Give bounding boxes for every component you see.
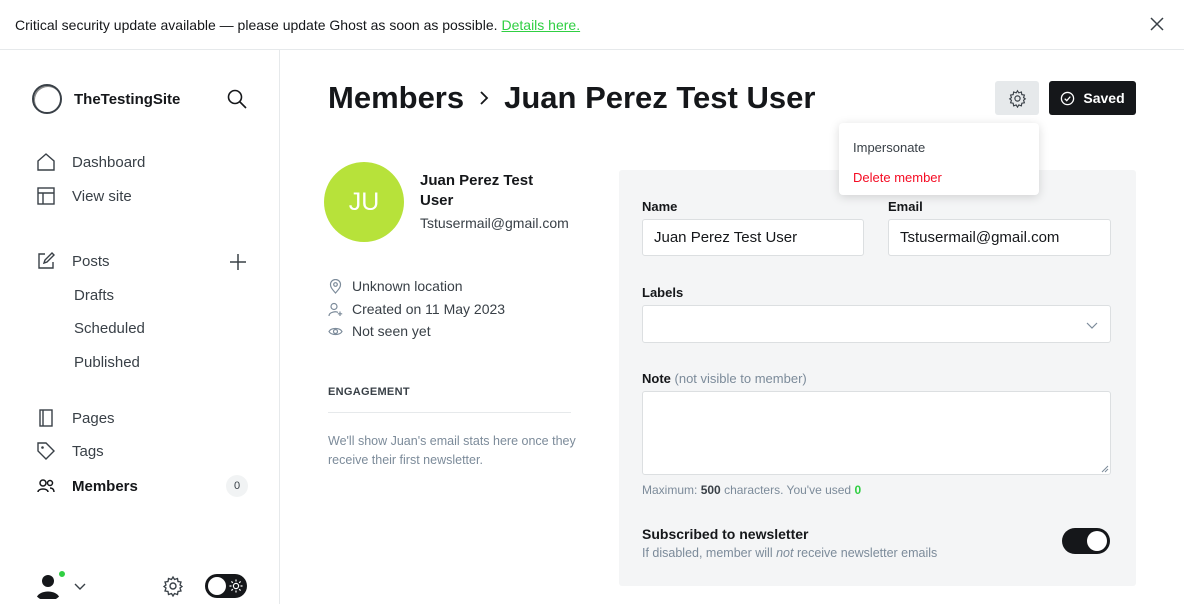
chevron-down-icon [1086, 322, 1098, 329]
home-icon [37, 153, 55, 171]
sidebar-item-pages[interactable]: Pages [36, 406, 115, 430]
sidebar: TheTestingSite Dashboard View site Posts… [0, 50, 280, 604]
breadcrumb-current: Juan Perez Test User [504, 80, 816, 115]
member-settings-menu: Impersonate Delete member [839, 123, 1039, 195]
tag-icon [37, 442, 55, 460]
site-name: TheTestingSite [74, 90, 181, 108]
last-seen-text: Not seen yet [352, 323, 431, 339]
max-chars: 500 [700, 483, 721, 497]
newsletter-desc-emphasis: not [776, 546, 794, 560]
max-prefix: Maximum: [642, 483, 698, 497]
email-field[interactable] [888, 219, 1111, 256]
layout-icon [37, 187, 55, 205]
eye-icon [328, 327, 343, 335]
sidebar-item-scheduled[interactable]: Scheduled [74, 320, 145, 337]
member-location: Unknown location [328, 278, 463, 294]
user-add-icon [328, 302, 343, 316]
resize-handle-icon[interactable] [1101, 465, 1109, 473]
page-title: Members Juan Perez Test User [328, 80, 815, 116]
max-mid: characters. You've used [724, 483, 852, 497]
member-avatar: JU [324, 162, 404, 242]
labels-select[interactable] [642, 305, 1111, 343]
location-text: Unknown location [352, 278, 463, 294]
search-icon[interactable] [226, 88, 248, 110]
sidebar-item-label: Members [72, 477, 138, 495]
main-content: Members Juan Perez Test User Saved Imper… [281, 50, 1184, 604]
created-text: Created on 11 May 2023 [352, 301, 506, 317]
sidebar-item-members[interactable]: Members [36, 474, 138, 498]
note-char-count: Maximum: 500 characters. You've used 0 [642, 483, 861, 497]
newsletter-desc-before: If disabled, member will [642, 546, 773, 560]
divider [328, 412, 571, 413]
note-field[interactable] [642, 391, 1111, 475]
sidebar-item-label: Pages [72, 409, 115, 427]
banner-message: Critical security update available — ple… [15, 16, 498, 33]
toggle-knob [1087, 531, 1107, 551]
location-pin-icon [329, 278, 342, 294]
check-circle-icon [1061, 91, 1075, 105]
member-settings-button[interactable] [995, 81, 1039, 115]
sidebar-item-label: Tags [72, 442, 104, 460]
labels-label: Labels [642, 285, 684, 300]
sidebar-item-label: Posts [72, 252, 110, 270]
sidebar-item-posts[interactable]: Posts [36, 249, 110, 273]
engagement-text: We'll show Juan's email stats here once … [328, 434, 576, 467]
engagement-heading: ENGAGEMENT [328, 386, 410, 398]
brand[interactable]: TheTestingSite [32, 84, 180, 114]
gear-icon [1008, 89, 1026, 108]
banner-details-link[interactable]: Details here. [502, 17, 581, 33]
gear-icon[interactable] [162, 575, 184, 597]
member-form-panel: Name Email Labels Note (not visible to m… [619, 170, 1136, 586]
saved-button[interactable]: Saved [1049, 81, 1136, 115]
name-label: Name [642, 199, 678, 214]
dark-mode-toggle[interactable] [205, 574, 247, 598]
member-name: Juan Perez Test User [420, 172, 534, 209]
newsletter-toggle[interactable] [1062, 528, 1110, 554]
sidebar-item-label: Dashboard [72, 153, 146, 171]
menu-item-delete-member[interactable]: Delete member [839, 163, 1039, 193]
saved-label: Saved [1083, 90, 1125, 106]
member-created: Created on 11 May 2023 [328, 301, 505, 317]
sidebar-item-tags[interactable]: Tags [36, 439, 104, 463]
sidebar-item-published[interactable]: Published [74, 354, 140, 371]
online-status-dot [57, 569, 67, 579]
newsletter-desc-after: receive newsletter emails [796, 546, 938, 560]
sun-icon [229, 579, 243, 593]
note-label: Note (not visible to member) [642, 371, 807, 386]
note-hint: (not visible to member) [674, 371, 807, 386]
used-chars: 0 [854, 483, 862, 497]
sidebar-item-view-site[interactable]: View site [36, 184, 132, 208]
name-field[interactable] [642, 219, 864, 256]
sidebar-item-dashboard[interactable]: Dashboard [36, 150, 145, 174]
note-label-text: Note [642, 371, 671, 386]
site-logo-icon [32, 84, 62, 114]
close-icon[interactable] [1148, 15, 1166, 33]
email-label: Email [888, 199, 923, 214]
security-banner: Critical security update available — ple… [0, 0, 1184, 50]
members-icon [37, 479, 55, 493]
toggle-knob [208, 577, 226, 595]
page-icon [39, 409, 53, 427]
newsletter-description: If disabled, member will not receive new… [642, 546, 937, 560]
breadcrumb-members[interactable]: Members [328, 80, 464, 116]
member-email: Tstusermail@gmail.com [420, 215, 569, 231]
sidebar-item-label: View site [72, 187, 132, 205]
newsletter-title: Subscribed to newsletter [642, 526, 809, 542]
edit-icon [38, 252, 55, 269]
add-post-icon[interactable] [228, 252, 248, 272]
menu-item-impersonate[interactable]: Impersonate [839, 133, 1039, 163]
members-count-badge: 0 [226, 475, 248, 497]
chevron-right-icon [480, 91, 489, 105]
chevron-down-icon[interactable] [74, 580, 86, 592]
member-last-seen: Not seen yet [328, 323, 431, 339]
sidebar-item-drafts[interactable]: Drafts [74, 287, 114, 304]
